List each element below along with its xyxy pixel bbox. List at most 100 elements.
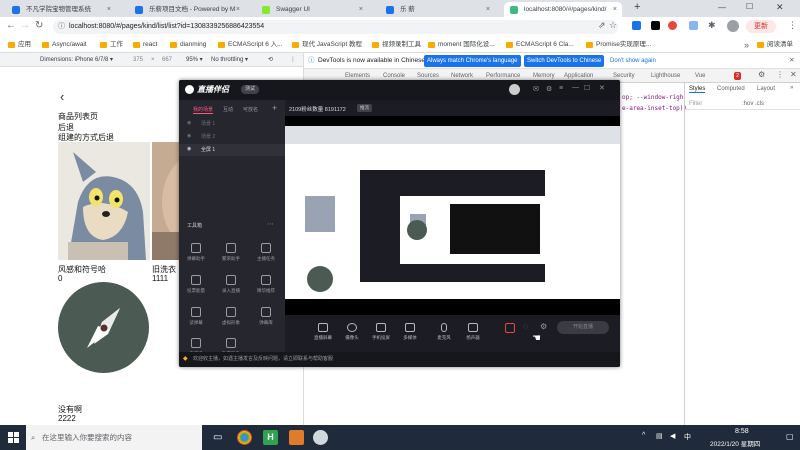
- rotate-icon[interactable]: ⟲: [268, 53, 273, 67]
- eye-icon[interactable]: ◉: [187, 133, 191, 139]
- maximize-icon[interactable]: ☐: [746, 2, 753, 11]
- bookmark-item[interactable]: dianming: [170, 40, 206, 50]
- nav-tab-interact[interactable]: 互动: [223, 106, 233, 113]
- tab-lighthouse[interactable]: Lighthouse: [651, 69, 680, 83]
- scene-item[interactable]: 场景 1: [201, 120, 215, 127]
- network-icon[interactable]: ▤: [656, 432, 663, 440]
- close-icon[interactable]: ×: [359, 2, 363, 17]
- tool-vote[interactable]: 投票能量: [184, 275, 208, 294]
- close-window-icon[interactable]: ✕: [776, 2, 784, 13]
- browser-tab[interactable]: 乐 薪 ×: [380, 2, 495, 17]
- phone-cast-button[interactable]: 手机投屏: [370, 323, 392, 341]
- url-input[interactable]: ⓘ localhost:8080/#/pages/kind/list/list?…: [53, 20, 618, 34]
- chevron-right-icon[interactable]: »: [790, 85, 793, 91]
- tool-recommend[interactable]: 精华推荐: [254, 275, 278, 294]
- task-view-icon[interactable]: ▭: [213, 432, 222, 443]
- gear-icon[interactable]: ⚙: [540, 322, 547, 331]
- minimize-icon[interactable]: —: [572, 84, 579, 91]
- wechat-icon[interactable]: [313, 430, 328, 445]
- nav-tab-scene[interactable]: 我的场景: [193, 106, 214, 114]
- browser-tab[interactable]: 不凡学院宝物管理系统 ×: [6, 2, 116, 17]
- tab-vue[interactable]: Vue: [695, 69, 705, 83]
- more-icon[interactable]: ⋮: [776, 70, 784, 79]
- bookmark-item[interactable]: Async/await: [42, 40, 87, 50]
- tool-record[interactable]: 录入直播: [219, 275, 243, 294]
- switch-chinese-button[interactable]: Switch DevTools to Chinese: [524, 55, 605, 67]
- gear-icon[interactable]: ⚙: [758, 70, 765, 79]
- bookmark-item[interactable]: 现代 JavaScript 教程: [292, 40, 362, 50]
- close-icon[interactable]: ✕: [790, 70, 797, 79]
- add-scene-button[interactable]: +: [272, 103, 277, 113]
- volume-icon[interactable]: ◀: [670, 432, 675, 440]
- maximize-icon[interactable]: ☐: [584, 84, 590, 92]
- pause-icon[interactable]: ◌: [523, 322, 528, 331]
- tool-library[interactable]: 弹幕库: [254, 307, 278, 326]
- more-icon[interactable]: ⋯: [267, 220, 274, 228]
- avatar[interactable]: [509, 84, 520, 95]
- bookmark-item[interactable]: moment 国际化设...: [428, 40, 495, 50]
- forward-icon[interactable]: →: [20, 20, 30, 31]
- back-icon[interactable]: ←: [6, 20, 16, 31]
- new-tab-button[interactable]: +: [634, 1, 640, 13]
- menu-kebab-icon[interactable]: ⋮: [788, 20, 797, 31]
- close-icon[interactable]: ×: [486, 2, 490, 17]
- error-badge[interactable]: 2: [734, 72, 742, 80]
- extension-icon[interactable]: [689, 21, 698, 30]
- taskbar-search-input[interactable]: ⌕ 在这里输入你要搜索的内容: [26, 425, 202, 450]
- update-button[interactable]: 更新: [746, 20, 776, 33]
- bookmark-item[interactable]: 应用: [8, 40, 31, 50]
- clock-time[interactable]: 8:58: [735, 428, 749, 435]
- chrome-icon[interactable]: [237, 430, 252, 445]
- nav-tab-other[interactable]: 可放名: [243, 106, 258, 113]
- tab-styles[interactable]: Styles: [689, 86, 706, 93]
- notification-icon[interactable]: ▢: [786, 432, 794, 441]
- browser-tab[interactable]: Swagger UI ×: [256, 2, 368, 17]
- tool-avatar[interactable]: 虚拟形象: [219, 307, 243, 326]
- scene-item[interactable]: 全屏 1: [201, 146, 215, 153]
- bookmark-item[interactable]: Promise实现原理...: [586, 40, 651, 50]
- close-icon[interactable]: ×: [236, 2, 240, 17]
- share-icon[interactable]: ⇗: [598, 20, 606, 31]
- record-icon[interactable]: [505, 323, 515, 333]
- close-icon[interactable]: ×: [107, 2, 111, 17]
- puzzle-icon[interactable]: ✱: [708, 20, 716, 31]
- bookmark-item[interactable]: 视频录制工具: [372, 40, 421, 50]
- reload-icon[interactable]: ↻: [35, 20, 43, 31]
- tool-read[interactable]: 读弹幕: [184, 307, 208, 326]
- scene-item[interactable]: 场景 2: [201, 133, 215, 140]
- close-icon[interactable]: ×: [613, 2, 617, 17]
- browser-tab-active[interactable]: localhost:8080/#/pages/kind/ ×: [504, 2, 622, 17]
- tab-computed[interactable]: Computed: [717, 86, 745, 92]
- bookmark-item[interactable]: ECMAScript 6 Cla...: [506, 40, 574, 50]
- windows-start-icon[interactable]: [8, 432, 19, 443]
- throttle-select[interactable]: No throttling ▾: [211, 53, 248, 67]
- start-live-button[interactable]: 开始直播: [557, 321, 609, 334]
- ime-language-indicator[interactable]: 中: [684, 432, 691, 442]
- tool-task[interactable]: 主播任务: [254, 243, 278, 262]
- dont-show-button[interactable]: Don't show again: [607, 55, 659, 67]
- product-image[interactable]: [58, 142, 150, 260]
- chevron-right-icon[interactable]: »: [744, 40, 749, 50]
- more-icon[interactable]: ⋮: [290, 53, 296, 67]
- stream-button[interactable]: 推流: [357, 104, 372, 112]
- menu-icon[interactable]: ≡: [559, 85, 563, 92]
- height-input[interactable]: 667: [162, 53, 172, 67]
- microphone-button[interactable]: 麦克风: [433, 323, 455, 341]
- zoom-select[interactable]: 95% ▾: [186, 53, 203, 67]
- extension-icon[interactable]: [651, 21, 660, 30]
- device-select[interactable]: Dimensions: iPhone 6/7/8 ▾: [40, 53, 113, 67]
- scene-item-selected[interactable]: [179, 144, 285, 156]
- stream-preview[interactable]: [285, 116, 620, 315]
- back-chevron-icon[interactable]: ‹: [60, 89, 64, 104]
- tab-layout[interactable]: Layout: [757, 86, 775, 92]
- bookmark-item[interactable]: react: [133, 40, 157, 50]
- reading-list[interactable]: 阅读清单: [757, 40, 793, 50]
- screen-capture-button[interactable]: 直播屏幕: [312, 323, 334, 341]
- camera-button[interactable]: 摄像头: [341, 323, 363, 341]
- hov-cls-toggle[interactable]: :hov .cls: [742, 101, 764, 107]
- speaker-button[interactable]: 扬声器: [462, 323, 484, 341]
- lock-icon[interactable]: ◉: [187, 146, 191, 152]
- eye-icon[interactable]: ◉: [187, 120, 191, 126]
- bookmark-item[interactable]: ECMAScript 6 入...: [218, 40, 283, 50]
- close-icon[interactable]: ✕: [789, 53, 794, 69]
